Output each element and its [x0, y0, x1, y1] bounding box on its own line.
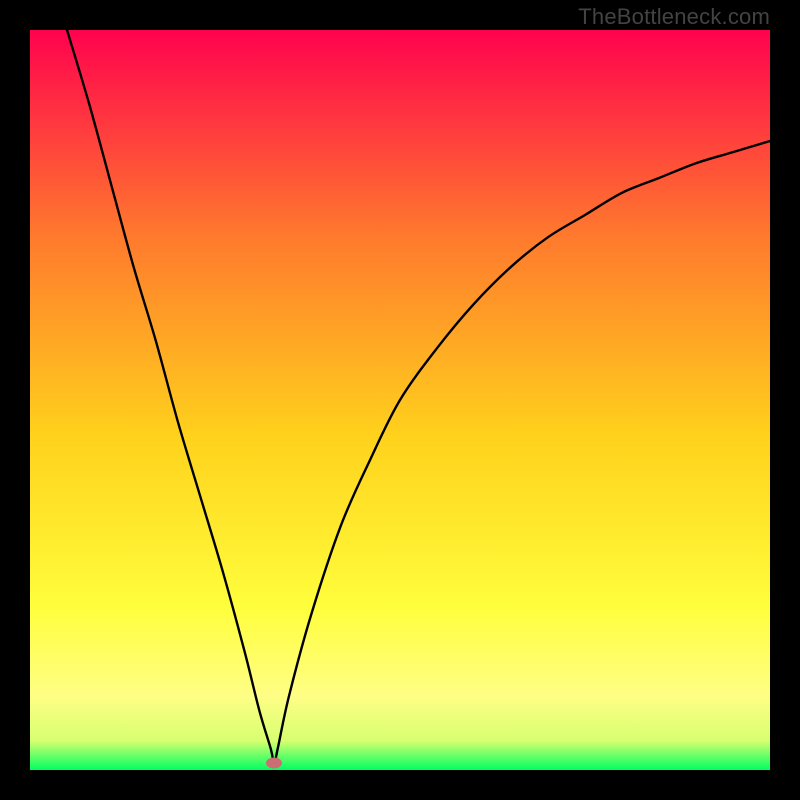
minimum-marker	[266, 757, 282, 768]
plot-area	[30, 30, 770, 770]
chart-container: TheBottleneck.com	[0, 0, 800, 800]
bottleneck-curve	[30, 30, 770, 770]
watermark-text: TheBottleneck.com	[578, 4, 770, 30]
